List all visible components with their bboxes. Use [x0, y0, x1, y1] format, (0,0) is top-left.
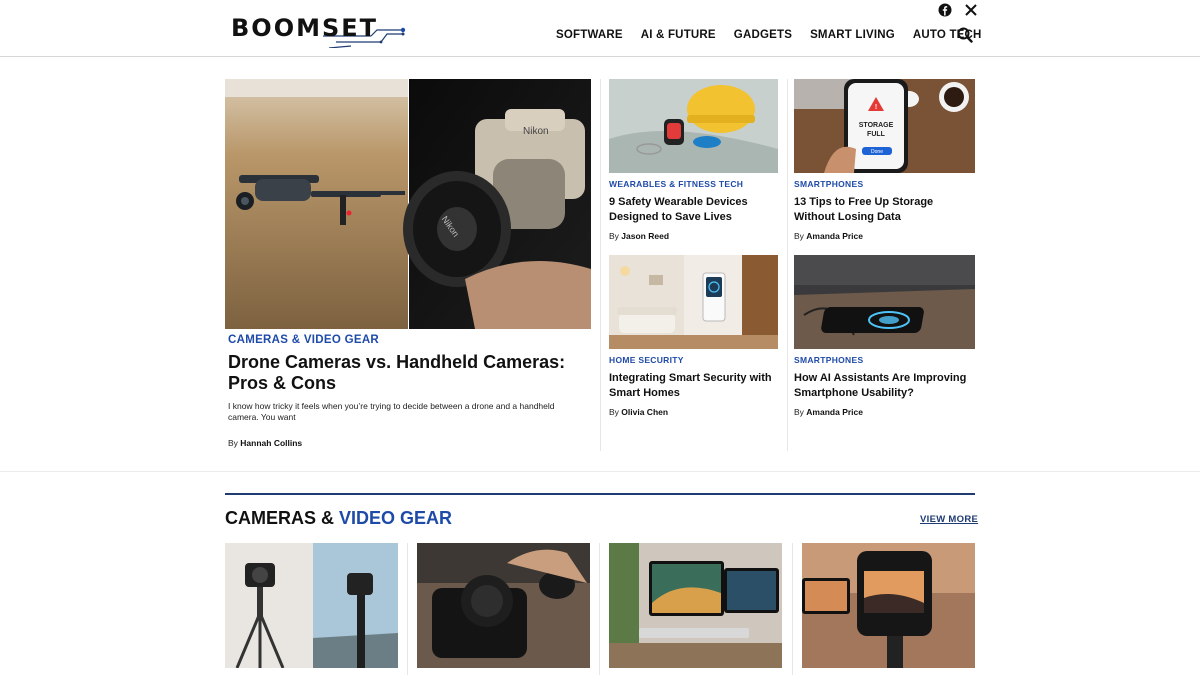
article-category[interactable]: SMARTPHONES — [794, 355, 975, 365]
column-divider — [599, 543, 600, 675]
nav-item-software[interactable]: SOFTWARE — [556, 29, 623, 41]
article-thumbnail[interactable] — [794, 255, 975, 349]
byline-prefix: By — [228, 438, 238, 448]
article-card[interactable]: HOME SECURITY Integrating Smart Security… — [609, 255, 778, 417]
article-byline: By Amanda Price — [794, 231, 975, 241]
article-author[interactable]: Jason Reed — [621, 231, 669, 241]
article-title[interactable]: Integrating Smart Security with Smart Ho… — [609, 371, 778, 401]
column-divider — [600, 79, 601, 451]
main-nav: SOFTWARE AI & FUTURE GADGETS SMART LIVIN… — [556, 29, 982, 41]
section-top-rule — [225, 493, 975, 495]
article-byline: By Jason Reed — [609, 231, 778, 241]
column-divider — [792, 543, 793, 675]
nav-item-gadgets[interactable]: GADGETS — [734, 29, 792, 41]
featured-category[interactable]: CAMERAS & VIDEO GEAR — [228, 334, 379, 346]
featured-title[interactable]: Drone Cameras vs. Handheld Cameras: Pros… — [228, 352, 588, 394]
article-card[interactable]: SMARTPHONES How AI Assistants Are Improv… — [794, 255, 975, 417]
article-author[interactable]: Amanda Price — [806, 407, 863, 417]
article-title[interactable]: How AI Assistants Are Improving Smartpho… — [794, 371, 975, 401]
section-article-thumbnail[interactable] — [609, 543, 782, 668]
section-title: CAMERAS & VIDEO GEAR — [225, 508, 452, 529]
featured-image[interactable]: Nikon Nikon — [225, 79, 591, 329]
section-article-thumbnail[interactable] — [225, 543, 398, 668]
article-card[interactable]: ! STORAGE FULL Done SMARTPHONES 13 Tips … — [794, 79, 975, 241]
byline-prefix: By — [609, 231, 619, 241]
section-title-part1: CAMERAS & — [225, 508, 335, 528]
byline-prefix: By — [794, 407, 804, 417]
article-byline: By Olivia Chen — [609, 407, 778, 417]
site-header: BOOMSET SOFTWARE AI & FUTURE GADGETS SMA… — [0, 0, 1200, 57]
logo-text: BOOMSET — [231, 14, 379, 42]
section-article-thumbnail[interactable] — [417, 543, 590, 668]
section-title-part2: VIDEO GEAR — [339, 508, 453, 528]
social-links — [938, 3, 978, 17]
article-category[interactable]: SMARTPHONES — [794, 179, 975, 189]
featured-byline: By Hannah Collins — [228, 438, 302, 448]
article-category[interactable]: WEARABLES & FITNESS TECH — [609, 179, 778, 189]
column-divider — [787, 79, 788, 451]
view-more-link[interactable]: VIEW MORE — [920, 514, 978, 525]
featured-article[interactable]: Nikon Nikon — [225, 79, 591, 329]
article-thumbnail[interactable] — [609, 255, 778, 349]
column-divider — [407, 543, 408, 675]
article-author[interactable]: Amanda Price — [806, 231, 863, 241]
x-icon[interactable] — [964, 3, 978, 17]
nav-item-smart-living[interactable]: SMART LIVING — [810, 29, 895, 41]
facebook-icon[interactable] — [938, 3, 952, 17]
byline-prefix: By — [794, 231, 804, 241]
article-author[interactable]: Olivia Chen — [621, 407, 668, 417]
byline-prefix: By — [609, 407, 619, 417]
article-title[interactable]: 9 Safety Wearable Devices Designed to Sa… — [609, 195, 778, 225]
article-byline: By Amanda Price — [794, 407, 975, 417]
section-separator — [0, 471, 1200, 472]
site-logo[interactable]: BOOMSET — [231, 12, 411, 48]
svg-text:Nikon: Nikon — [523, 126, 549, 137]
featured-author[interactable]: Hannah Collins — [240, 438, 302, 448]
article-title[interactable]: 13 Tips to Free Up Storage Without Losin… — [794, 195, 975, 225]
phone-storage-text: STORAGE — [859, 122, 894, 129]
article-thumbnail[interactable]: ! STORAGE FULL Done — [794, 79, 975, 173]
phone-done-button: Done — [871, 149, 883, 155]
article-card[interactable]: WEARABLES & FITNESS TECH 9 Safety Wearab… — [609, 79, 778, 241]
article-thumbnail[interactable] — [609, 79, 778, 173]
nav-item-ai-future[interactable]: AI & FUTURE — [641, 29, 716, 41]
article-category[interactable]: HOME SECURITY — [609, 355, 778, 365]
featured-excerpt: I know how tricky it feels when you’re t… — [228, 401, 555, 422]
section-article-thumbnail[interactable] — [802, 543, 975, 668]
search-icon[interactable] — [957, 27, 973, 43]
phone-full-text: FULL — [867, 131, 886, 138]
svg-text:!: ! — [875, 104, 877, 111]
